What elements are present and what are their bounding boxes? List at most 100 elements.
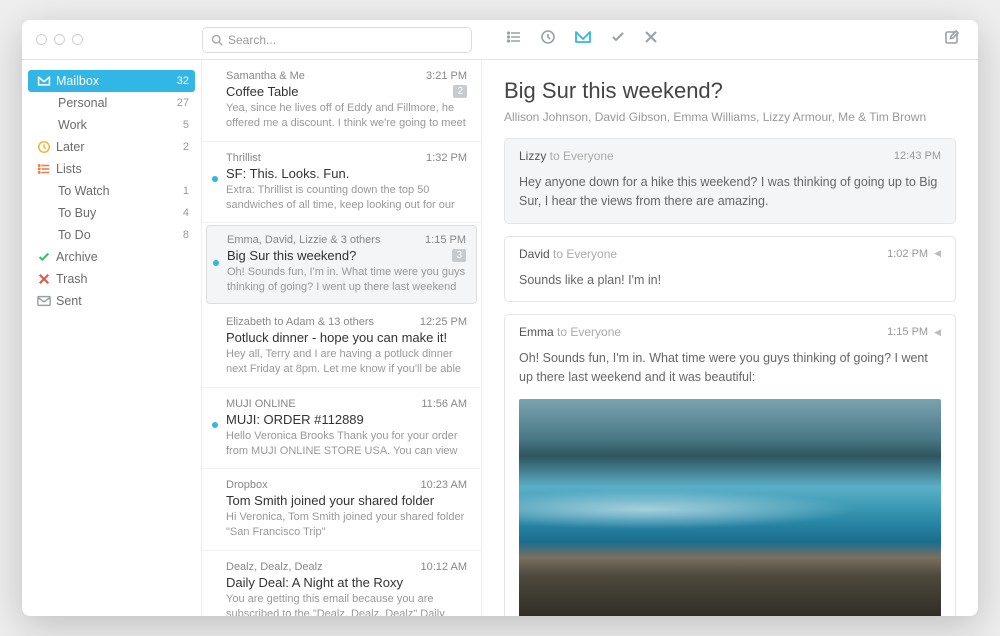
message-time: 12:25 PM	[420, 316, 467, 328]
check-icon	[34, 250, 54, 264]
bubble-from: Emma	[519, 325, 554, 339]
clock-icon	[34, 140, 54, 154]
inbox-icon	[34, 75, 54, 87]
sidebar-item-count: 2	[183, 141, 189, 153]
message-time: 1:32 PM	[426, 152, 467, 164]
sidebar-item-label: Personal	[56, 96, 177, 110]
sidebar-item-label: To Do	[56, 228, 183, 242]
bubble-from: David	[519, 247, 550, 261]
message-preview: Extra: Thrillist is counting down the to…	[226, 183, 467, 213]
inbox-icon[interactable]	[574, 29, 592, 50]
unread-dot-icon	[213, 260, 219, 266]
sidebar-item-label: Mailbox	[54, 74, 177, 88]
attachment-image[interactable]	[519, 399, 941, 616]
toolbar	[482, 29, 978, 50]
sidebar-item-label: Later	[54, 140, 183, 154]
message-list[interactable]: Samantha & Me 3:21 PM Coffee Table 2 Yea, si…	[202, 60, 482, 616]
expand-icon[interactable]: ◀	[934, 327, 941, 338]
minimize-window-button[interactable]	[54, 34, 65, 45]
sidebar-item-archive[interactable]: Archive	[22, 246, 201, 268]
snooze-icon[interactable]	[540, 29, 556, 50]
message-preview: Hi Veronica, Tom Smith joined your share…	[226, 510, 467, 540]
envelope-icon	[34, 295, 54, 307]
list-view-icon[interactable]	[506, 29, 522, 50]
list-icon	[34, 162, 54, 176]
bubble-time: 12:43 PM	[894, 150, 941, 162]
sidebar-item-count: 27	[177, 97, 189, 109]
bubble-time: 1:02 PM	[887, 248, 928, 260]
bubble-body: Sounds like a plan! I'm in!	[505, 271, 955, 302]
titlebar: Search...	[22, 20, 978, 60]
unread-dot-icon	[212, 176, 218, 182]
bubble-to: to Everyone	[550, 247, 617, 261]
expand-icon[interactable]: ◀	[934, 248, 941, 259]
message-item[interactable]: Elizabeth to Adam & 13 others12:25 PMPot…	[202, 306, 481, 388]
sidebar-item-label: Lists	[54, 162, 189, 176]
message-item[interactable]: Dealz, Dealz, Dealz 10:12 AM Daily Deal: A…	[202, 551, 481, 616]
message-item[interactable]: Samantha & Me 3:21 PM Coffee Table 2 Yea, si…	[202, 60, 481, 142]
message-subject: Tom Smith joined your shared folder	[226, 493, 434, 508]
message-item[interactable]: Thrillist 1:32 PM SF: This. Looks. Fun. Ext…	[202, 142, 481, 224]
window-controls	[22, 34, 202, 45]
message-time: 3:21 PM	[426, 70, 467, 82]
message-subject: Coffee Table	[226, 84, 299, 99]
unread-dot-icon	[212, 422, 218, 428]
thread-message[interactable]: Emma to Everyone1:15 PM◀Oh! Sounds fun, …	[504, 314, 956, 616]
bubble-body: Hey anyone down for a hike this weekend?…	[505, 173, 955, 223]
message-from: Elizabeth to Adam & 13 others	[226, 316, 374, 328]
thread-subject: Big Sur this weekend?	[504, 78, 956, 104]
message-item[interactable]: Emma, David, Lizzie & 3 others1:15 PMBig…	[206, 225, 477, 304]
sidebar-item-count: 32	[177, 75, 189, 87]
sidebar-item-personal[interactable]: Personal27	[22, 92, 201, 114]
sidebar-item-to-buy[interactable]: To Buy4	[22, 202, 201, 224]
sidebar-item-count: 4	[183, 207, 189, 219]
search-input[interactable]: Search...	[202, 27, 472, 53]
bubble-to: to Everyone	[546, 149, 613, 163]
sidebar-item-count: 5	[183, 119, 189, 131]
message-time: 1:15 PM	[425, 234, 466, 246]
archive-check-icon[interactable]	[610, 29, 626, 50]
message-item[interactable]: MUJI ONLINE11:56 AMMUJI: ORDER #112889He…	[202, 388, 481, 470]
sidebar-item-to-watch[interactable]: To Watch1	[22, 180, 201, 202]
message-time: 11:56 AM	[421, 398, 467, 410]
search-icon	[211, 34, 223, 46]
zoom-window-button[interactable]	[72, 34, 83, 45]
sidebar-item-later[interactable]: Later2	[22, 136, 201, 158]
bubble-time: 1:15 PM	[887, 326, 928, 338]
message-time: 10:12 AM	[421, 561, 467, 573]
compose-icon[interactable]	[944, 29, 978, 50]
sidebar-item-label: Sent	[54, 294, 189, 308]
sidebar-item-trash[interactable]: Trash	[22, 268, 201, 290]
message-subject: Daily Deal: A Night at the Roxy	[226, 575, 403, 590]
message-from: Dropbox	[226, 479, 268, 491]
delete-x-icon[interactable]	[644, 30, 658, 49]
sidebar-item-mailbox[interactable]: Mailbox32	[28, 70, 195, 92]
thread-count-badge: 2	[453, 85, 467, 98]
message-from: Samantha & Me	[226, 70, 305, 82]
bubble-to: to Everyone	[554, 325, 621, 339]
message-preview: You are getting this email because you a…	[226, 592, 467, 616]
close-window-button[interactable]	[36, 34, 47, 45]
bubble-from: Lizzy	[519, 149, 546, 163]
sidebar-item-sent[interactable]: Sent	[22, 290, 201, 312]
message-subject: MUJI: ORDER #112889	[226, 412, 364, 427]
message-from: Thrillist	[226, 152, 261, 164]
thread-message[interactable]: David to Everyone 1:02 PM ◀ Sounds like a p…	[504, 236, 956, 303]
sidebar-item-label: Trash	[54, 272, 189, 286]
thread-participants: Allison Johnson, David Gibson, Emma Will…	[504, 110, 956, 124]
message-from: Dealz, Dealz, Dealz	[226, 561, 323, 573]
thread-count-badge: 3	[452, 249, 466, 262]
sidebar-item-lists[interactable]: Lists	[22, 158, 201, 180]
thread-message[interactable]: Lizzy to Everyone 12:43 PM Hey anyone down…	[504, 138, 956, 224]
message-subject: SF: This. Looks. Fun.	[226, 166, 349, 181]
message-item[interactable]: Dropbox10:23 AMTom Smith joined your sha…	[202, 469, 481, 551]
sidebar-item-label: Archive	[54, 250, 189, 264]
message-preview: Hello Veronica Brooks Thank you for your…	[226, 429, 467, 459]
message-from: Emma, David, Lizzie & 3 others	[227, 234, 380, 246]
reader-pane[interactable]: Big Sur this weekend? Allison Johnson, D…	[482, 60, 978, 616]
message-preview: Yea, since he lives off of Eddy and Fill…	[226, 101, 467, 131]
sidebar-item-work[interactable]: Work5	[22, 114, 201, 136]
message-preview: Hey all, Terry and I are having a potluc…	[226, 347, 467, 377]
sidebar-item-to-do[interactable]: To Do8	[22, 224, 201, 246]
sidebar: Mailbox32Personal27Work5Later2ListsTo Wa…	[22, 60, 202, 616]
